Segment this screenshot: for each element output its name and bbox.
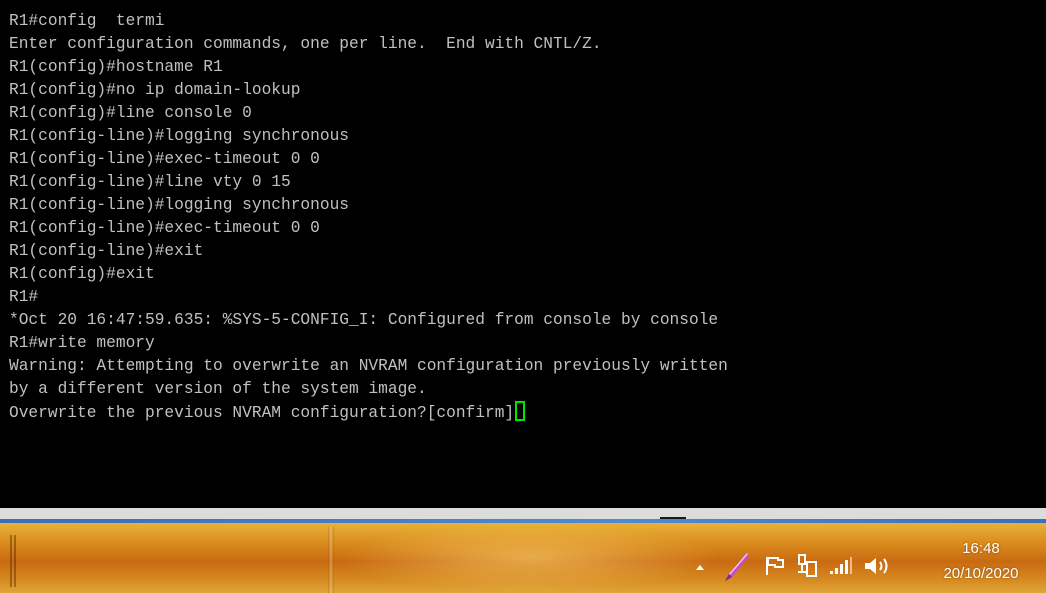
- terminal-prompt-line[interactable]: Overwrite the previous NVRAM configurati…: [9, 401, 728, 424]
- clock-time[interactable]: 16:48: [946, 540, 1016, 558]
- terminal-window[interactable]: R1#config termi Enter configuration comm…: [0, 0, 1046, 508]
- terminal-line: R1(config)#hostname R1: [9, 58, 223, 76]
- terminal-line: by a different version of the system ima…: [9, 380, 427, 398]
- terminal-line: R1#: [9, 288, 39, 306]
- terminal-line: Warning: Attempting to overwrite an NVRA…: [9, 357, 728, 375]
- taskbar-grip[interactable]: [10, 535, 12, 587]
- terminal-line: R1(config-line)#exit: [9, 242, 204, 260]
- window-bottom-edge: [0, 508, 1046, 523]
- taskbar-grip[interactable]: [14, 535, 16, 587]
- clock-date[interactable]: 20/10/2020: [927, 565, 1035, 583]
- terminal-line: R1#write memory: [9, 334, 155, 352]
- signal-strength-icon[interactable]: [829, 557, 853, 575]
- network-adapter-icon[interactable]: [796, 553, 820, 579]
- show-hidden-icons-arrow-icon[interactable]: [695, 563, 705, 571]
- terminal-line: R1(config)#exit: [9, 265, 155, 283]
- terminal-line: *Oct 20 16:47:59.635: %SYS-5-CONFIG_I: C…: [9, 311, 719, 329]
- terminal-line: R1(config-line)#logging synchronous: [9, 196, 349, 214]
- terminal-cursor: [515, 401, 526, 421]
- taskbar-glow: [340, 523, 720, 593]
- terminal-line: R1#config termi: [9, 12, 165, 30]
- terminal-line: R1(config-line)#exec-timeout 0 0: [9, 150, 320, 168]
- terminal-line: R1(config-line)#exec-timeout 0 0: [9, 219, 320, 237]
- action-center-flag-icon[interactable]: [764, 555, 786, 577]
- volume-icon[interactable]: [863, 555, 891, 577]
- terminal-line: R1(config-line)#line vty 0 15: [9, 173, 291, 191]
- terminal-line: R1(config)#line console 0: [9, 104, 252, 122]
- terminal-line: R1(config-line)#logging synchronous: [9, 127, 349, 145]
- terminal-output: R1#config termi Enter configuration comm…: [9, 10, 728, 424]
- taskbar-divider: [328, 527, 334, 593]
- taskbar: 16:48 20/10/2020: [0, 523, 1046, 593]
- pen-icon[interactable]: [721, 550, 751, 584]
- terminal-line: Enter configuration commands, one per li…: [9, 35, 602, 53]
- terminal-line: R1(config)#no ip domain-lookup: [9, 81, 301, 99]
